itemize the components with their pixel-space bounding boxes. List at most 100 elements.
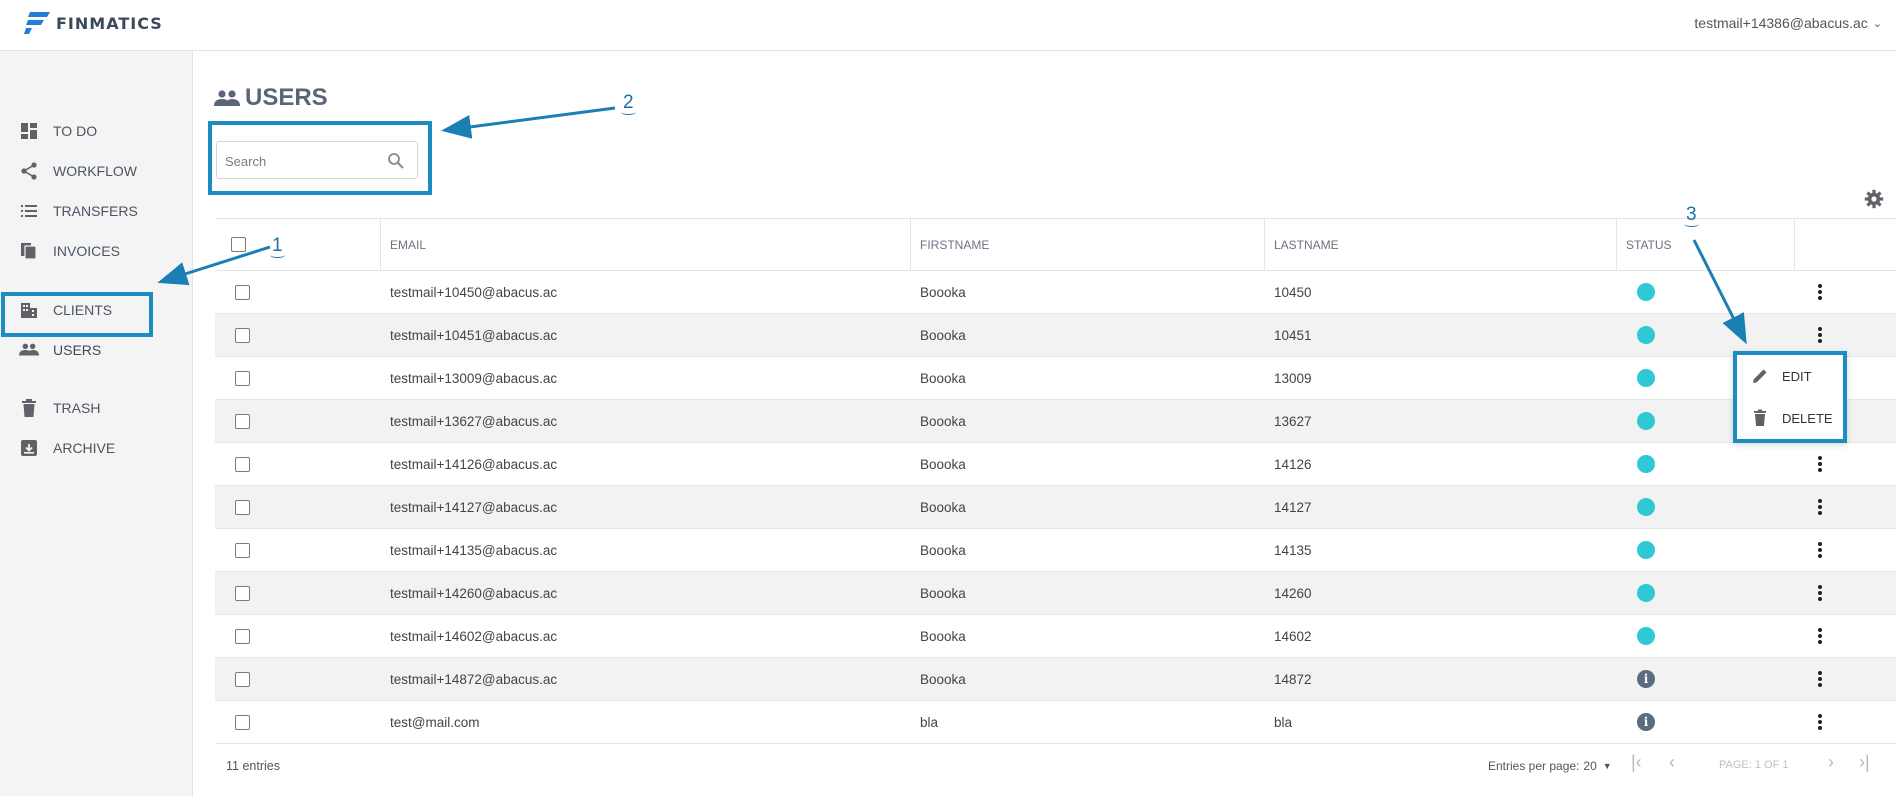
sidebar-item-workflow[interactable]: WORKFLOW <box>0 154 193 188</box>
status-active-indicator <box>1637 369 1655 387</box>
archive-icon <box>19 438 39 458</box>
table-row[interactable]: testmail+14135@abacus.ac Boooka 14135 <box>215 529 1896 572</box>
status-info-icon: i <box>1637 713 1655 731</box>
column-header-firstname[interactable]: FIRSTNAME <box>910 219 989 270</box>
table-row[interactable]: test@mail.com bla bla i <box>215 701 1896 744</box>
row-checkbox[interactable] <box>235 284 250 300</box>
annotation-number-2: 2 <box>621 92 636 115</box>
row-checkbox[interactable] <box>235 499 250 515</box>
more-vert-icon[interactable] <box>1812 325 1828 345</box>
firstname-cell: bla <box>920 714 939 730</box>
finmatics-logo-icon <box>24 12 50 34</box>
column-header-email[interactable]: EMAIL <box>380 219 426 270</box>
more-vert-icon[interactable] <box>1812 712 1828 732</box>
sidebar-item-invoices[interactable]: INVOICES <box>0 234 193 268</box>
column-header-lastname[interactable]: LASTNAME <box>1264 219 1339 270</box>
status-active-indicator <box>1637 412 1655 430</box>
status-active-indicator <box>1637 326 1655 344</box>
status-cell <box>1637 529 1655 571</box>
email-cell: testmail+13627@abacus.ac <box>390 413 558 429</box>
sidebar-item-users[interactable]: USERS <box>0 333 193 367</box>
row-checkbox[interactable] <box>235 327 250 343</box>
table-row[interactable]: testmail+14602@abacus.ac Boooka 14602 <box>215 615 1896 658</box>
row-select-cell <box>235 443 250 485</box>
table-row[interactable]: testmail+14127@abacus.ac Boooka 14127 <box>215 486 1896 529</box>
sidebar-item-transfers[interactable]: TRANSFERS <box>0 194 193 228</box>
more-vert-icon[interactable] <box>1812 282 1828 302</box>
email-cell: testmail+10450@abacus.ac <box>390 284 558 300</box>
sidebar-item-archive[interactable]: ARCHIVE <box>0 431 193 465</box>
status-info-icon: i <box>1637 670 1655 688</box>
firstname-cell: Boooka <box>920 585 966 601</box>
more-vert-icon[interactable] <box>1812 669 1828 689</box>
status-active-indicator <box>1637 584 1655 602</box>
row-select-cell <box>235 314 250 356</box>
sidebar-item-trash[interactable]: TRASH <box>0 391 193 425</box>
status-cell <box>1637 400 1655 442</box>
table-row[interactable]: testmail+14872@abacus.ac Boooka 14872 i <box>215 658 1896 701</box>
status-cell <box>1637 572 1655 614</box>
row-select-cell <box>235 615 250 657</box>
column-header-status[interactable]: STATUS <box>1616 219 1672 270</box>
sidebar-item-label: WORKFLOW <box>53 163 137 179</box>
email-cell: testmail+13009@abacus.ac <box>390 370 558 386</box>
annotation-number-3: 3 <box>1684 204 1699 227</box>
row-checkbox[interactable] <box>235 714 250 730</box>
last-page-icon[interactable]: ›| <box>1859 752 1870 773</box>
select-all-checkbox[interactable] <box>231 237 246 252</box>
row-select-cell <box>235 357 250 399</box>
sidebar-item-label: ARCHIVE <box>53 440 116 456</box>
next-page-icon[interactable]: › <box>1828 752 1834 773</box>
table-row[interactable]: testmail+13009@abacus.ac Boooka 13009 <box>215 357 1896 400</box>
more-vert-icon[interactable] <box>1812 540 1828 560</box>
table-row[interactable]: testmail+14126@abacus.ac Boooka 14126 <box>215 443 1896 486</box>
firstname-cell: Boooka <box>920 628 966 644</box>
status-active-indicator <box>1637 627 1655 645</box>
top-bar: FINMATICS testmail+14386@abacus.ac ⌄ <box>0 0 1896 51</box>
row-checkbox[interactable] <box>235 456 250 472</box>
more-vert-icon[interactable] <box>1812 626 1828 646</box>
highlight-search <box>208 121 432 195</box>
share-icon <box>19 161 39 181</box>
sidebar-item-todo[interactable]: TO DO <box>0 114 193 148</box>
table-row[interactable]: testmail+10450@abacus.ac Boooka 10450 <box>215 271 1896 314</box>
table-row[interactable]: testmail+14260@abacus.ac Boooka 14260 <box>215 572 1896 615</box>
menu-item-delete[interactable]: DELETE <box>1737 397 1843 439</box>
entries-per-page[interactable]: Entries per page: 20 ▼ <box>1488 755 1612 777</box>
status-cell <box>1637 486 1655 528</box>
highlight-users-nav <box>1 292 153 337</box>
sidebar-item-label: TRANSFERS <box>53 203 138 219</box>
previous-page-icon[interactable]: ‹ <box>1669 752 1675 773</box>
row-checkbox[interactable] <box>235 413 250 429</box>
row-actions-cell <box>1812 615 1828 657</box>
row-checkbox[interactable] <box>235 542 250 558</box>
email-cell: testmail+14872@abacus.ac <box>390 671 558 687</box>
more-vert-icon[interactable] <box>1812 454 1828 474</box>
more-vert-icon[interactable] <box>1812 583 1828 603</box>
menu-item-edit[interactable]: EDIT <box>1737 355 1843 397</box>
first-page-icon[interactable]: |‹ <box>1631 752 1642 773</box>
email-cell: testmail+14135@abacus.ac <box>390 542 558 558</box>
more-vert-icon[interactable] <box>1812 497 1828 517</box>
chevron-down-icon: ⌄ <box>1872 17 1882 30</box>
table-row[interactable]: testmail+10451@abacus.ac Boooka 10451 <box>215 314 1896 357</box>
lastname-cell: bla <box>1274 714 1293 730</box>
gear-icon[interactable] <box>1864 189 1884 209</box>
row-actions-cell <box>1812 271 1828 313</box>
pencil-icon <box>1753 369 1767 383</box>
firstname-cell: Boooka <box>920 284 966 300</box>
logo[interactable]: FINMATICS <box>24 12 163 34</box>
lastname-cell: 13627 <box>1274 413 1312 429</box>
account-menu[interactable]: testmail+14386@abacus.ac ⌄ <box>1694 15 1882 31</box>
dashboard-icon <box>19 121 39 141</box>
row-checkbox[interactable] <box>235 585 250 601</box>
row-checkbox[interactable] <box>235 671 250 687</box>
row-select-cell <box>235 658 250 700</box>
row-checkbox[interactable] <box>235 628 250 644</box>
trash-icon <box>1754 409 1766 426</box>
table-row[interactable]: testmail+13627@abacus.ac Boooka 13627 <box>215 400 1896 443</box>
row-checkbox[interactable] <box>235 370 250 386</box>
page-info: PAGE: 1 OF 1 <box>1719 759 1789 771</box>
status-cell <box>1637 443 1655 485</box>
firstname-cell: Boooka <box>920 671 966 687</box>
